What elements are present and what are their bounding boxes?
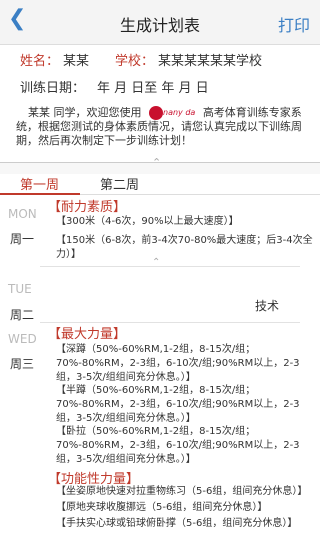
date-label: 训练日期： xyxy=(20,81,86,96)
tab-week-2[interactable]: 第二周 xyxy=(100,174,139,193)
brand-logo-text: nany da xyxy=(163,108,196,117)
school-label: 学校： xyxy=(115,54,155,69)
wed-item-2: 【半蹲（50%-60%RM,1-2组，8-15次/组；70%-80%RM，2-3… xyxy=(56,385,300,424)
mon-item-1: 【300米（4-6次，90%以上最大速度）】 xyxy=(56,216,239,227)
wed-item-6: 【手扶实心球或铅球俯卧撑（5-6组，组间充分休息）】 xyxy=(56,518,298,529)
wed-item-1: 【深蹲（50%-60%RM,1-2组，8-15次/组；70%-80%RM，2-3… xyxy=(56,344,300,383)
day-en-tue: TUE xyxy=(8,282,32,296)
wed-section-1: 【最大力量】 xyxy=(48,327,127,342)
intro-a: 同学，欢迎您使用 xyxy=(53,106,142,119)
day-cn-wed: 周三 xyxy=(10,357,35,371)
name-label: 姓名： xyxy=(20,54,60,69)
tab-week-1[interactable]: 第一周 xyxy=(20,174,59,193)
wed-item-3: 【卧拉（50%-60%RM,1-2组，8-15次/组；70%-80%RM，2-3… xyxy=(56,426,300,465)
intro-name: 某某 xyxy=(28,106,50,119)
wed-item-4: 【坐姿原地快速对拉重物练习（5-6组，组间充分休息）】 xyxy=(56,486,308,497)
mon-divider xyxy=(40,266,300,267)
wed-item-5: 【原地夹球收腹挪远（5-6组，组间充分休息）】 xyxy=(56,502,268,513)
print-button[interactable]: 打印 xyxy=(278,12,310,36)
mon-item-2: 【150米（6-8次，前3-4次70-80%最大速度；后3-4次全力）】 xyxy=(56,235,313,260)
tue-tech: 技术 xyxy=(255,299,280,313)
student-row: 姓名： 某某 学校： 某某某某某某学校 xyxy=(20,50,262,69)
mon-section-title: 【耐力素质】 xyxy=(48,200,127,215)
day-cn-mon: 周一 xyxy=(10,232,35,246)
intro-text: 某某 同学，欢迎您使用 nany da 高考体育训练专家系统，根据您测试的身体素… xyxy=(16,106,312,148)
week-tabs: 第一周 第二周 xyxy=(0,172,320,194)
day-en-wed: WED xyxy=(8,332,37,346)
info-panel: 姓名： 某某 学校： 某某某某某某学校 训练日期：年 月 日至 年 月 日 某某 同学… xyxy=(0,45,320,155)
day-en-mon: MON xyxy=(8,207,37,221)
day-cn-tue: 周二 xyxy=(10,308,35,322)
tab-underline xyxy=(0,193,320,195)
page-title: 生成计划表 xyxy=(119,16,200,35)
collapse-caret-icon[interactable]: ⌃ xyxy=(152,156,161,169)
date-range: 年 月 日至 年 月 日 xyxy=(97,81,209,96)
school-value: 某某某某某某学校 xyxy=(158,54,263,69)
date-row: 训练日期： 年 月 日至 年 月 日 xyxy=(20,77,209,96)
top-bar: ❮ 生成计划表 打印 xyxy=(0,0,320,45)
name-value: 某某 xyxy=(63,54,90,69)
brand-logo: nany da xyxy=(149,106,195,120)
